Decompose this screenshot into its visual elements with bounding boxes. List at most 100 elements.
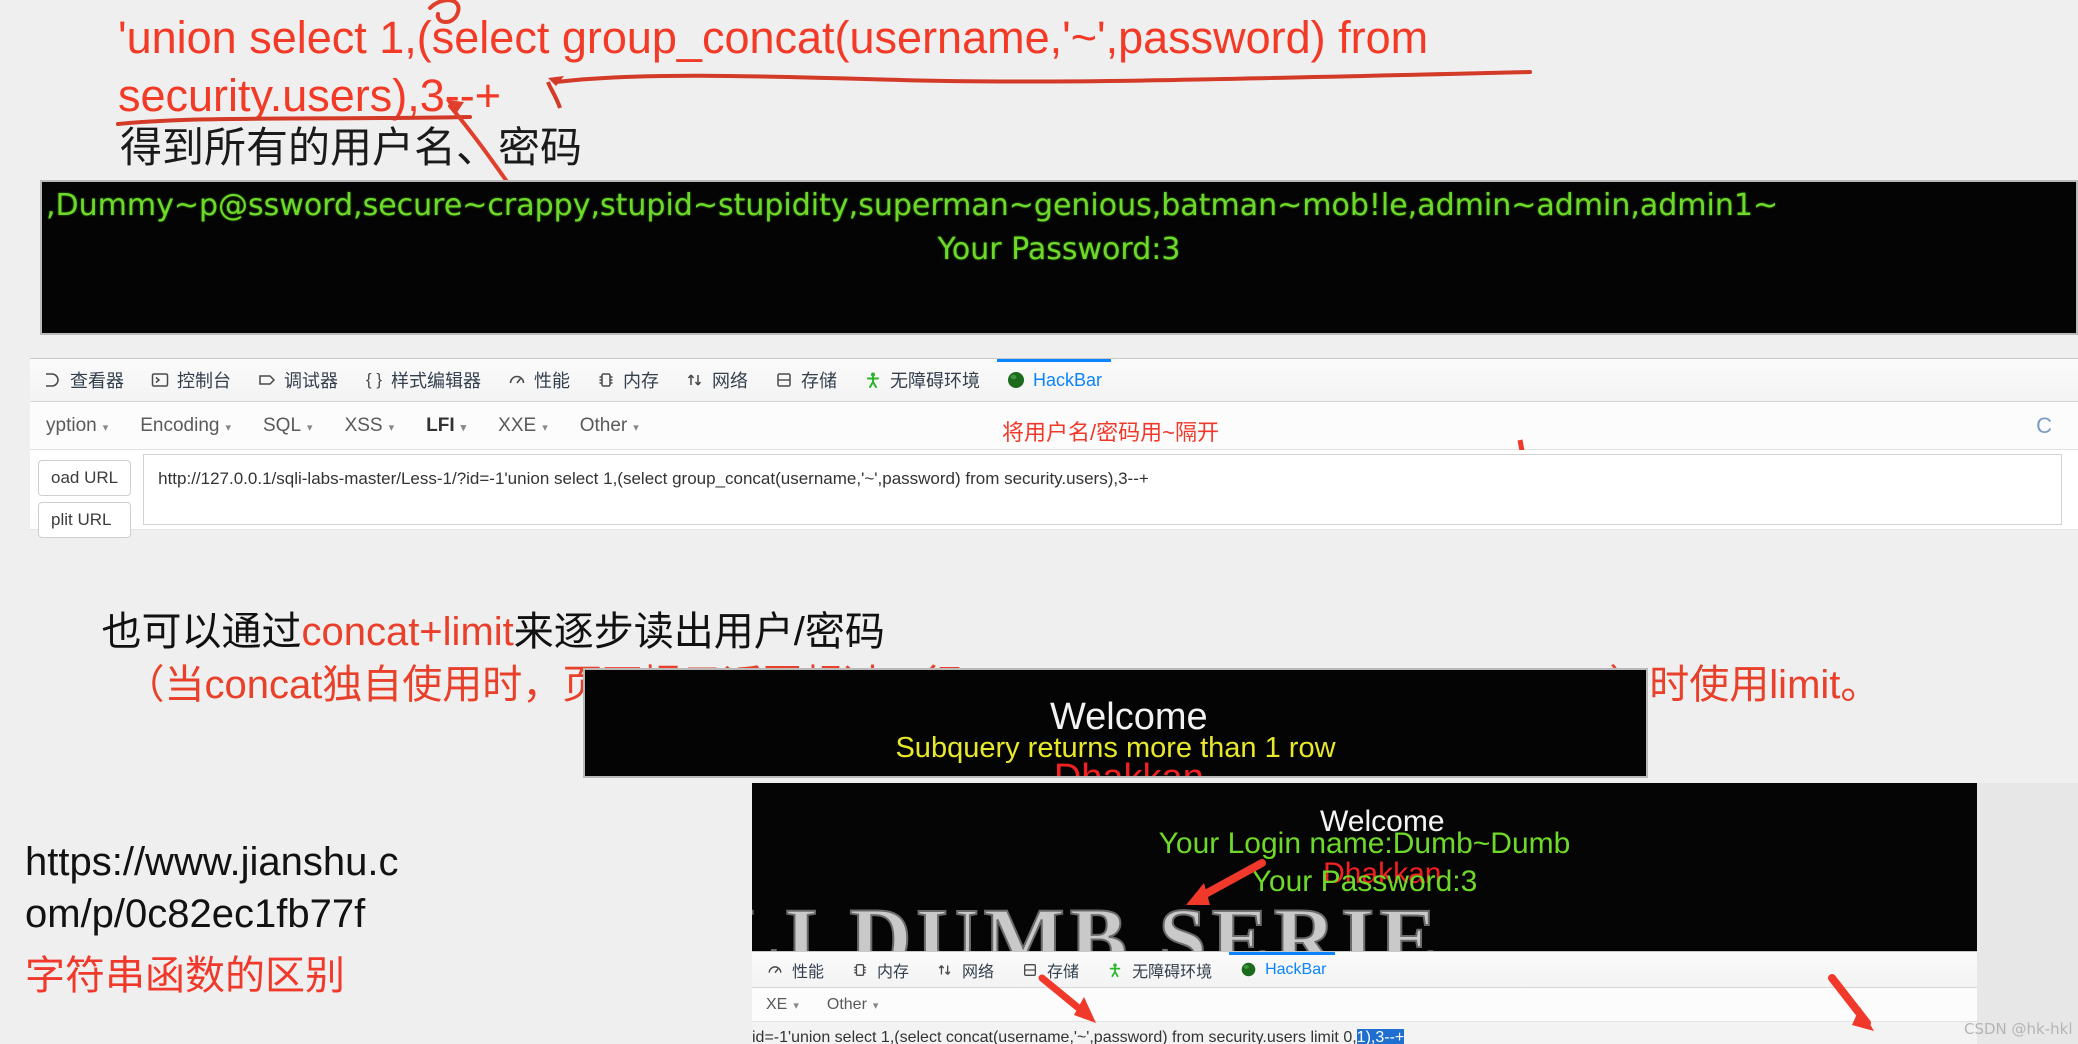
browser-output-top: ,Dummy~p@ssword,secure~crappy,stupid~stu… xyxy=(40,180,2078,335)
hackbar-menu-encoding[interactable]: Encoding ▾ xyxy=(124,415,247,437)
csdn-watermark: CSDN @hk-hkl xyxy=(1964,1020,2073,1038)
url-input[interactable]: http://127.0.0.1/sqli-labs-master/Less-1… xyxy=(143,454,2062,525)
reference-link-line2[interactable]: om/p/0c82ec1fb77f xyxy=(25,890,365,939)
bottom-hackbar-menu-label: XE xyxy=(766,995,788,1013)
sql-payload-line2: security.users),3--+ xyxy=(118,70,502,121)
storage-icon xyxy=(774,370,794,390)
devtools-tab-memory[interactable]: 内存 xyxy=(583,359,672,401)
reference-link-line1[interactable]: https://www.jianshu.c xyxy=(25,838,399,887)
devtools-tab-label: 网络 xyxy=(712,371,748,391)
performance-icon xyxy=(507,370,527,390)
devtools-tab-accessibility[interactable]: 无障碍环境 xyxy=(850,359,993,401)
chevron-down-icon: ▾ xyxy=(460,421,467,434)
bottom-hackbar-menu-label: Other xyxy=(826,995,867,1013)
hackbar-menu-label: LFI xyxy=(426,414,455,436)
console-icon xyxy=(150,370,170,390)
devtools-tab-label: 控制台 xyxy=(177,371,231,391)
chevron-down-icon: ▾ xyxy=(225,421,231,434)
hackbar-menu-label: XXE xyxy=(498,414,537,436)
hackbar-menu-encryption[interactable]: yption ▾ xyxy=(30,415,124,437)
devtools-tab-bar[interactable]: 查看器 控制台 调试器 { } 样式编辑器 性能 内存 网络 存储 无障碍环境 … xyxy=(30,358,2078,402)
devtools-tab-label: 调试器 xyxy=(284,371,338,391)
hackbar-menu-label: Other xyxy=(579,414,628,436)
chevron-down-icon: ▾ xyxy=(102,421,109,434)
bottom-url-selection: 1),3--+ xyxy=(1356,1029,1405,1044)
style-editor-icon: { } xyxy=(365,370,383,389)
devtools-tab-inspector[interactable]: 查看器 xyxy=(30,359,137,401)
debugger-icon xyxy=(257,370,277,390)
hackbar-menu-xss[interactable]: XSS ▾ xyxy=(329,415,411,437)
hackbar-menu-lfi[interactable]: LFI ▾ xyxy=(410,415,482,437)
hackbar-menu-label: yption xyxy=(46,414,97,436)
accessibility-icon xyxy=(1105,960,1125,980)
devtools-tab-label: 内存 xyxy=(623,371,659,391)
accessibility-icon xyxy=(863,370,883,390)
hackbar-note: 将用户名/密码用~隔开 xyxy=(1002,420,1219,445)
slide-canvas: 'union select 1,(select group_concat(use… xyxy=(0,0,2078,1044)
hackbar-menu-sql[interactable]: SQL ▾ xyxy=(247,415,329,437)
your-password-line: Your Password:3 xyxy=(937,232,1181,267)
devtools-tab-console[interactable]: 控制台 xyxy=(137,359,244,401)
chevron-down-icon: ▾ xyxy=(307,421,313,434)
devtools-tab-network[interactable]: 网络 xyxy=(672,359,761,401)
sql-payload-caption: 得到所有的用户名、密码 xyxy=(120,124,583,171)
load-url-button[interactable]: oad URL xyxy=(38,460,132,496)
close-icon[interactable]: C xyxy=(1982,413,2078,439)
reference-link-caption: 字符串函数的区别 xyxy=(25,954,345,998)
hackbar-body: oad URL plit URL http://127.0.0.1/sqli-l… xyxy=(30,450,2078,538)
bottom-hackbar-menu-bar[interactable]: XE ▾ Other ▾ xyxy=(752,988,1977,1022)
hackbar-menu-label: Encoding xyxy=(140,414,220,436)
devtools-tab-style-editor[interactable]: { } 样式编辑器 xyxy=(351,359,494,401)
bottom-devtools-tab-storage[interactable]: 存储 xyxy=(1007,952,1092,987)
sqli-dumb-series-banner: LI DUMB SERIE xyxy=(752,890,1442,951)
sql-payload-line1: 'union select 1,(select group_concat(use… xyxy=(118,12,1429,63)
right-pane-edge xyxy=(1977,783,2078,1044)
devtools-tab-label: 无障碍环境 xyxy=(890,371,980,391)
subquery-error-box: Welcome Dhakkan Subquery returns more th… xyxy=(583,668,1648,778)
devtools-tab-label: 样式编辑器 xyxy=(391,371,481,391)
devtools-tab-label: 存储 xyxy=(801,371,837,391)
chevron-down-icon: ▾ xyxy=(542,421,548,434)
chevron-down-icon: ▾ xyxy=(388,421,395,434)
chevron-down-icon: ▾ xyxy=(633,421,639,434)
bottom-devtools-tab-bar[interactable]: 性能 内存 网络 存储 无障碍环境 HackBar xyxy=(752,951,1977,988)
hackbar-menu-label: XSS xyxy=(344,414,383,436)
devtools-tab-debugger[interactable]: 调试器 xyxy=(244,359,351,401)
devtools-tab-hackbar[interactable]: HackBar xyxy=(993,359,1115,401)
bottom-devtools-tab-label: 无障碍环境 xyxy=(1132,963,1213,981)
bottom-devtools-tab-hackbar[interactable]: HackBar xyxy=(1225,952,1339,987)
performance-icon xyxy=(765,960,785,980)
devtools-tab-performance[interactable]: 性能 xyxy=(494,359,583,401)
bottom-devtools-tab-accessibility[interactable]: 无障碍环境 xyxy=(1092,952,1225,987)
hackbar-button-column: oad URL plit URL xyxy=(38,454,132,538)
limit-login-name: Your Login name:Dumb~Dumb xyxy=(1158,827,1571,860)
bottom-hackbar-menu-other[interactable]: Other ▾ xyxy=(813,996,893,1014)
hackbar-menu-other[interactable]: Other ▾ xyxy=(564,415,655,437)
devtools-tab-storage[interactable]: 存储 xyxy=(761,359,850,401)
network-icon xyxy=(685,370,705,390)
bottom-devtools-tab-label: 内存 xyxy=(877,963,910,981)
memory-icon xyxy=(850,960,870,980)
bottom-url-prefix: id=-1'union select 1,(select concat(user… xyxy=(752,1029,1357,1044)
limit-browser-output: Welcome Dhakkan Your Login name:Dumb~Dum… xyxy=(752,783,1977,951)
hackbar-icon xyxy=(1006,370,1026,390)
credentials-dump-line: ,Dummy~p@ssword,secure~crappy,stupid~stu… xyxy=(46,188,1779,223)
bottom-devtools-tab-label: 存储 xyxy=(1047,963,1080,981)
bottom-devtools-tab-label: HackBar xyxy=(1265,960,1327,978)
bottom-hackbar-menu-xxe[interactable]: XE ▾ xyxy=(752,996,813,1014)
inspector-icon xyxy=(43,370,63,390)
devtools-tab-label: 查看器 xyxy=(70,371,124,391)
network-icon xyxy=(935,960,955,980)
devtools-tab-label: HackBar xyxy=(1033,369,1103,390)
bottom-devtools-tab-performance[interactable]: 性能 xyxy=(752,952,837,987)
bottom-devtools-tab-memory[interactable]: 内存 xyxy=(837,952,922,987)
chevron-down-icon: ▾ xyxy=(793,999,799,1012)
mid-note2-b: ）时使用limit。 xyxy=(1609,663,1881,707)
memory-icon xyxy=(596,370,616,390)
split-url-button[interactable]: plit URL xyxy=(38,502,132,538)
bottom-url-line[interactable]: id=-1'union select 1,(select concat(user… xyxy=(752,1029,1977,1044)
hackbar-icon xyxy=(1238,960,1258,980)
bottom-devtools-tab-label: 性能 xyxy=(792,963,825,981)
bottom-devtools-tab-network[interactable]: 网络 xyxy=(922,952,1007,987)
hackbar-menu-xxe[interactable]: XXE ▾ xyxy=(482,415,564,437)
